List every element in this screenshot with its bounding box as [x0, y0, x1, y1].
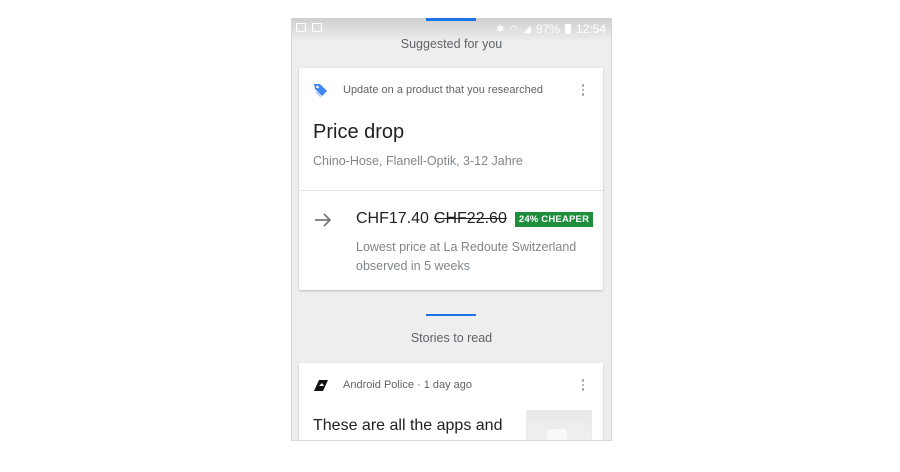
section-title-suggested: Suggested for you	[400, 37, 503, 51]
story-header: Android Police · 1 day ago	[313, 377, 472, 393]
card-header: Update on a product that you researched	[313, 82, 543, 98]
more-vert-icon[interactable]	[577, 82, 589, 98]
signal-icon: ◢	[523, 23, 531, 35]
android-police-icon	[314, 380, 328, 391]
price-current: CHF17.40	[356, 210, 429, 227]
price-info: Lowest price at La Redoute Switzerland o…	[356, 238, 586, 276]
bluetooth-icon: ✱	[496, 23, 505, 35]
story-card[interactable]: Android Police · 1 day ago These are all…	[299, 363, 603, 440]
price-row: CHF17.40 CHF22.60 24% CHEAPER	[356, 210, 594, 228]
product-name: Chino-Hose, Flanell-Optik, 3-12 Jahre	[313, 154, 523, 168]
price-previous: CHF22.60	[433, 210, 507, 227]
notification-icons	[296, 23, 322, 32]
story-title: These are all the apps and	[313, 417, 503, 434]
arrow-right-icon[interactable]	[313, 212, 333, 228]
section-title-stories: Stories to read	[410, 331, 493, 345]
story-thumbnail	[526, 410, 592, 440]
price-info-line-1: Lowest price at La Redoute Switzerland	[356, 240, 577, 254]
phone-screen: ✱ ◠ ◢ 97% 12:54 Suggested for you Update…	[291, 18, 612, 441]
story-source: Android Police · 1 day ago	[343, 379, 473, 391]
price-drop-card[interactable]: Update on a product that you researched …	[299, 68, 603, 290]
tag-icon	[314, 84, 327, 98]
wifi-icon: ◠	[509, 23, 519, 35]
battery-percent: 97%	[535, 22, 560, 36]
clock: 12:54	[575, 22, 606, 36]
section-accent-line	[426, 314, 476, 316]
card-header-text: Update on a product that you researched	[343, 84, 543, 96]
more-vert-icon[interactable]	[577, 377, 589, 393]
status-indicators: ✱ ◠ ◢ 97% 12:54	[496, 22, 606, 36]
battery-icon	[564, 24, 571, 34]
image-notification-icon	[312, 23, 322, 32]
card-title: Price drop	[313, 121, 405, 143]
discount-badge: 24% CHEAPER	[514, 211, 594, 227]
scroll-indicator	[426, 18, 476, 21]
price-info-line-2: observed in 5 weeks	[356, 259, 470, 273]
message-notification-icon	[296, 23, 306, 32]
card-divider	[299, 190, 603, 191]
